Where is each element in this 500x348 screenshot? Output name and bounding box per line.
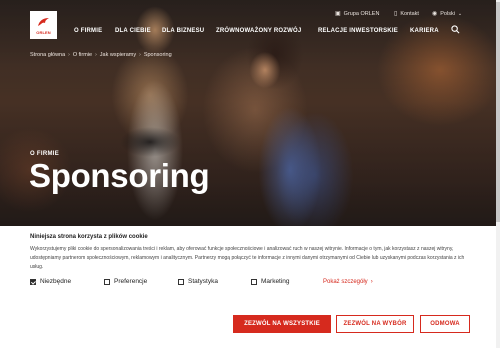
checkbox-niezbedne[interactable] [30,278,36,285]
nav-kariera[interactable]: KARIERA [410,28,439,34]
reject-button[interactable]: ODMOWA [420,315,470,333]
orlen-logo[interactable]: ORLEN [30,11,57,39]
breadcrumb: Strona główna › O firmie › Jak wspieramy… [30,52,172,58]
cookie-description: Wykorzystujemy pliki cookie do spersonal… [30,246,465,270]
language-label: Polski [440,10,455,17]
checkbox-marketing-label: Marketing [261,278,290,285]
utility-grupa-orlen[interactable]: ▣ Grupa ORLEN [335,10,380,18]
show-details-link[interactable]: Pokaż szczegóły › [323,279,373,285]
checkbox-marketing[interactable] [251,278,257,285]
language-selector[interactable]: ◉ Polski ⌄ [432,10,463,18]
logo-text: ORLEN [36,29,51,35]
accept-selected-button[interactable]: ZEZWÓL NA WYBÓR [336,315,414,333]
chevron-right-icon: › [95,52,97,58]
utility-grupa-orlen-label: Grupa ORLEN [343,10,380,17]
chevron-down-icon: ⌄ [457,10,463,17]
cookie-title: Niniejsza strona korzysta z plików cooki… [30,234,148,240]
nav-o-firmie[interactable]: O FIRMIE [74,28,102,34]
nav-relacje-inwestorskie[interactable]: RELACJE INWESTORSKIE [318,28,398,34]
checkbox-statystyka[interactable] [178,278,184,285]
cookie-option-statystyka[interactable]: Statystyka [178,278,218,285]
nav-dla-biznesu[interactable]: DLA BIZNESU [162,28,204,34]
accept-all-button[interactable]: ZEZWÓL NA WSZYSTKIE [233,315,331,333]
nav-zrownowazony-rozwoj[interactable]: ZRÓWNOWAŻONY ROZWÓJ [216,28,301,34]
search-icon[interactable] [451,25,460,34]
globe-icon: ◉ [432,11,438,17]
arrow-right-icon: › [370,279,373,285]
cookie-option-niezbedne[interactable]: Niezbędne [30,278,71,285]
cookie-banner: Niniejsza strona korzysta z plików cooki… [0,226,500,348]
breadcrumb-current: Sponsoring [143,52,172,58]
scrollbar-thumb[interactable] [496,2,500,222]
nav-dla-ciebie[interactable]: DLA CIEBIE [115,28,151,34]
checkbox-preferencje-label: Preferencje [114,278,148,285]
cookie-option-preferencje[interactable]: Preferencje [104,278,147,285]
breadcrumb-home[interactable]: Strona główna [30,52,65,58]
breadcrumb-o-firmie[interactable]: O firmie [73,52,92,58]
show-details-label: Pokaż szczegóły [323,279,368,285]
phone-icon: ▯ [394,11,398,17]
checkbox-niezbedne-label: Niezbędne [40,278,72,285]
building-icon: ▣ [335,11,341,17]
cookie-option-marketing[interactable]: Marketing [251,278,290,285]
checkbox-statystyka-label: Statystyka [188,278,218,285]
breadcrumb-jak-wspieramy[interactable]: Jak wspieramy [100,52,136,58]
page-title: Sponsoring [29,157,210,194]
orlen-eagle-icon [38,17,49,26]
chevron-right-icon: › [139,52,141,58]
utility-kontakt[interactable]: ▯ Kontakt [394,10,419,18]
checkbox-preferencje[interactable] [104,278,110,285]
utility-kontakt-label: Kontakt [400,10,419,17]
chevron-right-icon: › [68,52,70,58]
